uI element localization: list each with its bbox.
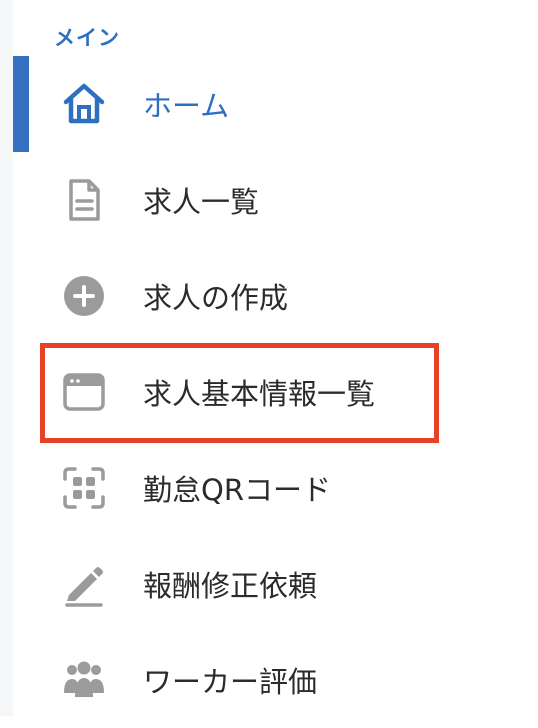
pencil-icon: [61, 561, 107, 607]
sidebar-item-label: 求人基本情報一覧: [143, 377, 376, 411]
sidebar-item-label: 求人一覧: [143, 185, 260, 219]
sidebar-item-job-list[interactable]: 求人一覧: [13, 152, 538, 248]
sidebar-item-label: ホーム: [143, 89, 230, 123]
sidebar-item-home[interactable]: ホーム: [13, 56, 538, 152]
sidebar-item-worker-evaluation[interactable]: ワーカー評価: [13, 632, 538, 728]
sidebar-item-job-basic-info-list[interactable]: 求人基本情報一覧: [13, 344, 538, 440]
sidebar-item-label: 求人の作成: [143, 281, 289, 315]
sidebar-item-attendance-qr[interactable]: 勤怠QRコード: [13, 440, 538, 536]
sidebar-item-label: 報酬修正依頼: [143, 569, 318, 603]
sidebar-nav: ホーム 求人一覧 求人の作成 求人基本情報一覧 勤怠QRコード 報酬修正依頼 ワ…: [0, 0, 538, 716]
sidebar-item-label: ワーカー評価: [143, 665, 318, 699]
document-icon: [61, 177, 107, 223]
plus-circle-icon: [61, 273, 107, 319]
sidebar-item-create-job[interactable]: 求人の作成: [13, 248, 538, 344]
users-icon: [61, 657, 107, 703]
home-icon: [61, 81, 107, 127]
window-icon: [61, 369, 107, 415]
qr-scan-icon: [61, 465, 107, 511]
sidebar-item-compensation-request[interactable]: 報酬修正依頼: [13, 536, 538, 632]
sidebar-item-label: 勤怠QRコード: [143, 473, 331, 507]
